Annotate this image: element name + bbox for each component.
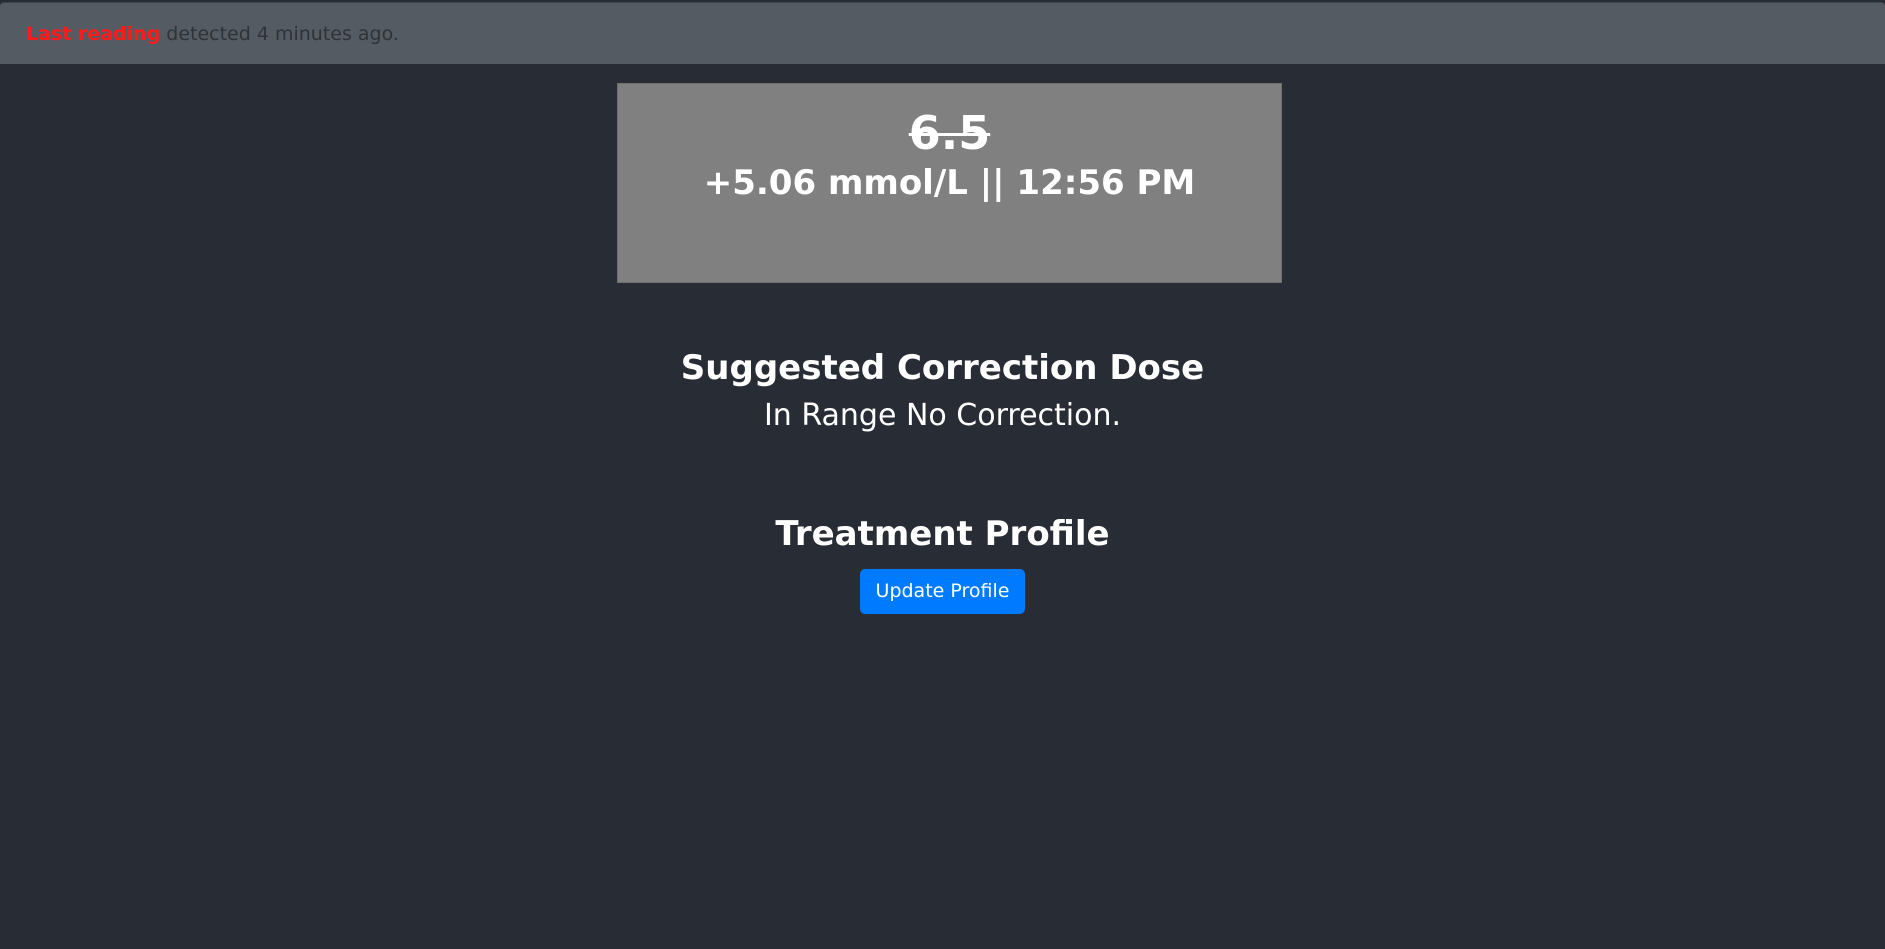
correction-title: Suggested Correction Dose — [680, 348, 1205, 388]
glucose-detail: +5.06 mmol/L || 12:56 PM — [703, 163, 1196, 204]
update-profile-button[interactable]: Update Profile — [859, 568, 1026, 614]
last-reading-label: Last reading — [26, 22, 161, 45]
last-reading-alert: Last reading detected 4 minutes ago. — [0, 2, 1885, 64]
correction-section: Suggested Correction Dose In Range No Co… — [0, 348, 1885, 438]
profile-title: Treatment Profile — [775, 514, 1110, 554]
glucose-value: 6.5 — [908, 106, 991, 160]
glucose-reading-card: 6.5 +5.06 mmol/L || 12:56 PM — [617, 83, 1282, 283]
correction-message: In Range No Correction. — [763, 397, 1122, 433]
last-reading-message: detected 4 minutes ago. — [166, 22, 399, 45]
profile-section: Treatment Profile Update Profile — [0, 514, 1885, 614]
